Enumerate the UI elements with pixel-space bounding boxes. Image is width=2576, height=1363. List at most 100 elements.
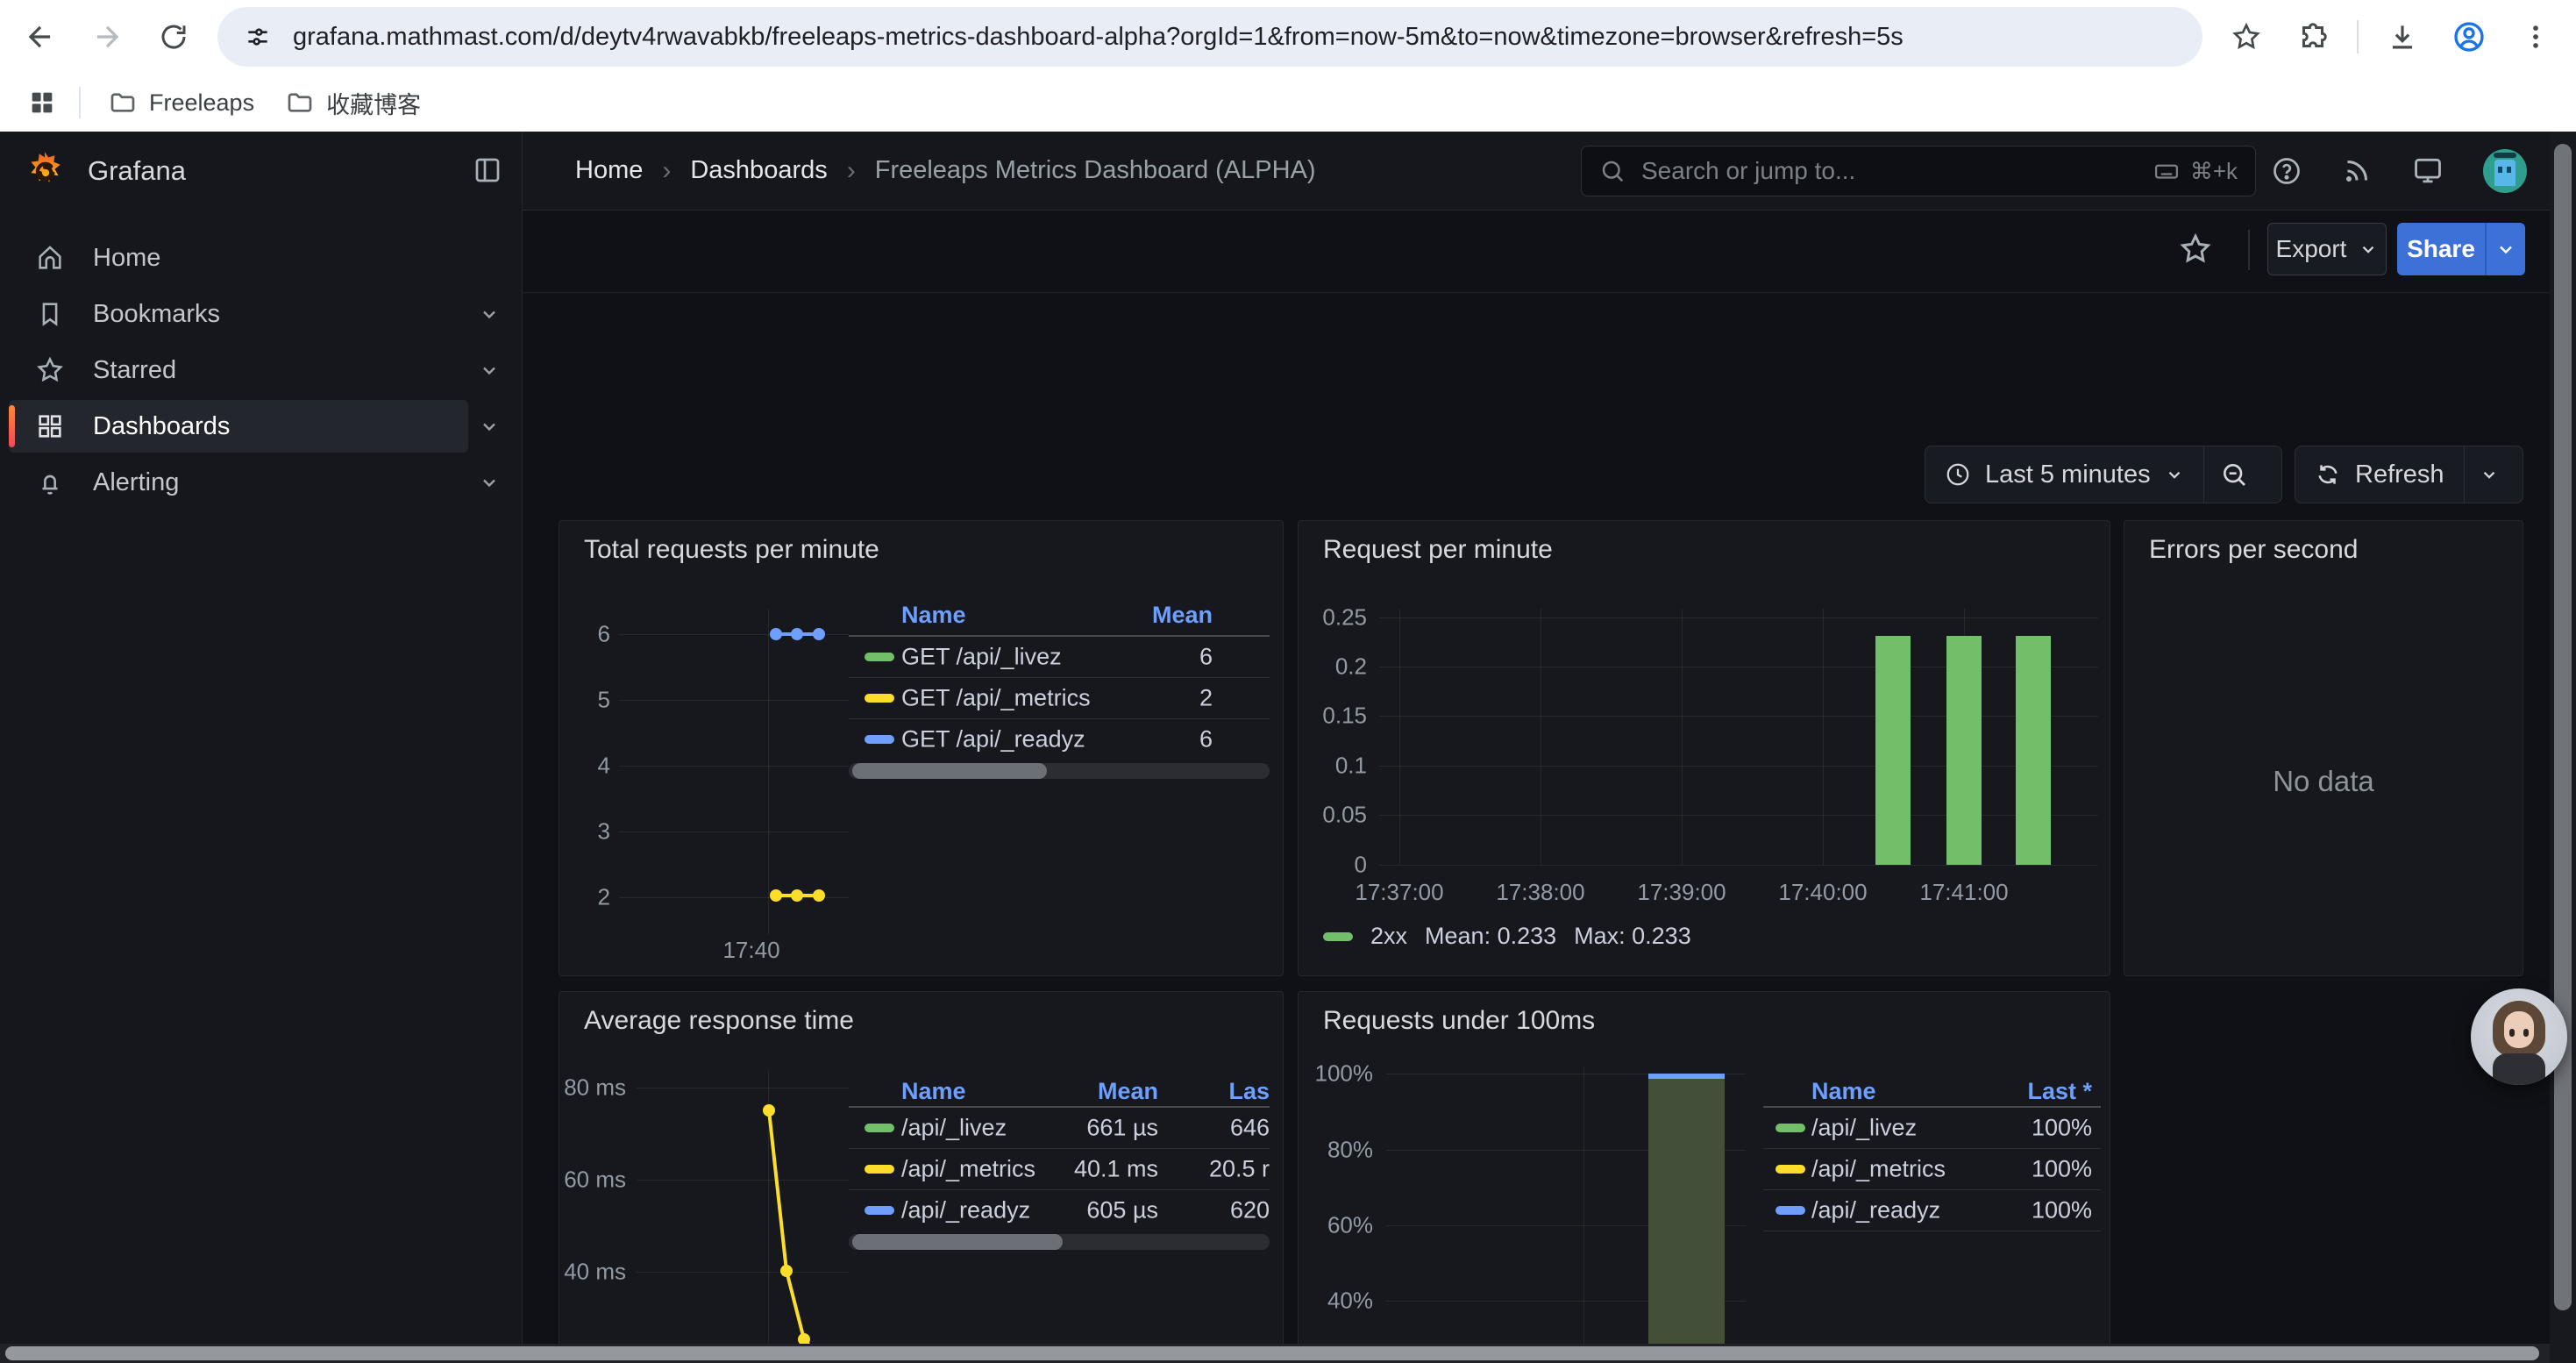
favorite-dashboard-button[interactable] [2178, 232, 2213, 267]
star-icon [2231, 21, 2262, 53]
bookmarks-divider [79, 87, 81, 118]
bookmark-folder-blogs[interactable]: 收藏博客 [270, 79, 437, 127]
breadcrumb-dashboards[interactable]: Dashboards [690, 156, 827, 185]
sidebar-item-bookmarks[interactable]: Bookmarks [0, 286, 523, 342]
export-button[interactable]: Export [2267, 223, 2387, 275]
bookmark-folder-freeleaps[interactable]: Freeleaps [93, 82, 270, 124]
profile-button[interactable] [2441, 9, 2497, 65]
arrow-left-icon [24, 20, 57, 54]
grafana-logo-icon [23, 149, 67, 193]
legend-header-last[interactable]: Las [1228, 1078, 1270, 1105]
series-color-pill[interactable] [1323, 932, 1353, 941]
clock-icon [1945, 461, 1971, 488]
legend-mean: Mean: 0.233 [1425, 923, 1556, 950]
series-color-pill[interactable] [865, 694, 894, 703]
series-color-pill[interactable] [1775, 1165, 1805, 1174]
floating-assistant-avatar[interactable] [2471, 988, 2567, 1085]
legend-header-mean[interactable]: Mean [1098, 1078, 1158, 1105]
search-shortcut: ⌘+k [2153, 158, 2238, 185]
vertical-scrollbar-thumb[interactable] [2554, 144, 2572, 1310]
chevron-down-icon[interactable] [479, 360, 500, 381]
chevron-down-icon[interactable] [479, 472, 500, 493]
series-color-pill[interactable] [865, 735, 894, 744]
legend-scrollbar-thumb[interactable] [852, 1234, 1063, 1250]
bookmark-folder-label: Freeleaps [149, 89, 254, 117]
kiosk-monitor-icon[interactable] [2411, 154, 2444, 188]
time-range-label: Last 5 minutes [1985, 460, 2151, 489]
no-data-message: No data [2124, 765, 2523, 798]
legend-scrollbar[interactable] [849, 1234, 1270, 1250]
panel-title[interactable]: Total requests per minute [584, 535, 879, 565]
share-button[interactable]: Share [2397, 223, 2485, 275]
help-icon[interactable] [2271, 155, 2302, 187]
download-button[interactable] [2374, 9, 2430, 65]
share-menu-button[interactable] [2485, 223, 2525, 275]
chevron-down-icon[interactable] [479, 416, 500, 437]
legend-series[interactable]: 2xx [1370, 923, 1407, 950]
legend-header-mean[interactable]: Mean [1152, 602, 1213, 629]
breadcrumb-separator: › [662, 156, 671, 186]
legend-scrollbar[interactable] [849, 763, 1270, 779]
home-icon [35, 243, 65, 273]
search-input[interactable]: Search or jump to... ⌘+k [1581, 146, 2256, 196]
sidebar-item-label: Dashboards [93, 412, 230, 441]
reload-button[interactable] [146, 9, 202, 65]
sidebar-item-starred[interactable]: Starred [0, 342, 523, 398]
time-range-picker[interactable]: Last 5 minutes [1925, 446, 2203, 503]
topbar-icons [2271, 132, 2527, 211]
zoom-out-icon [2220, 460, 2248, 489]
horizontal-scrollbar-thumb[interactable] [5, 1346, 2539, 1360]
series-color-pill[interactable] [1775, 1206, 1805, 1215]
series-color-pill[interactable] [865, 653, 894, 661]
breadcrumb-home[interactable]: Home [575, 156, 643, 185]
breadcrumb: Home › Dashboards › Freeleaps Metrics Da… [575, 156, 1316, 186]
legend-header-last[interactable]: Last * [2027, 1078, 2092, 1105]
legend-header-name[interactable]: Name [901, 602, 966, 629]
horizontal-scrollbar[interactable] [0, 1344, 2550, 1363]
panel-average-response-time: Average response time 80 ms 60 ms 40 ms … [559, 991, 1284, 1363]
user-avatar[interactable] [2483, 149, 2527, 193]
extensions-button[interactable] [2285, 9, 2341, 65]
browser-chrome: grafana.mathmast.com/d/deytv4rwavabkb/fr… [0, 0, 2576, 132]
panel-title[interactable]: Request per minute [1323, 535, 1553, 565]
panel-errors-per-second: Errors per second No data [2124, 520, 2523, 976]
panel-title[interactable]: Errors per second [2149, 535, 2358, 565]
refresh-button[interactable]: Refresh [2295, 446, 2464, 503]
bookmark-star-button[interactable] [2218, 9, 2274, 65]
sidebar-item-alerting[interactable]: Alerting [0, 454, 523, 510]
dock-sidebar-button[interactable] [472, 154, 503, 186]
legend-header-name[interactable]: Name [1811, 1078, 1876, 1105]
profile-icon [2451, 19, 2487, 54]
chevron-down-icon[interactable] [479, 303, 500, 325]
apps-grid-icon [27, 88, 57, 118]
back-button[interactable] [12, 9, 68, 65]
browser-menu-button[interactable] [2508, 9, 2564, 65]
chevron-down-icon [2359, 239, 2378, 259]
vertical-scrollbar[interactable] [2550, 132, 2576, 1363]
series-color-pill[interactable] [865, 1206, 894, 1215]
sidebar-item-label: Bookmarks [93, 300, 220, 329]
legend-scrollbar-thumb[interactable] [852, 763, 1047, 779]
sidebar-item-dashboards[interactable]: Dashboards [0, 398, 523, 454]
series-color-pill[interactable] [865, 1165, 894, 1174]
url-text: grafana.mathmast.com/d/deytv4rwavabkb/fr… [293, 23, 1904, 52]
rss-icon[interactable] [2341, 155, 2373, 187]
refresh-interval-button[interactable] [2465, 446, 2514, 503]
legend-header-name[interactable]: Name [901, 1078, 966, 1105]
series-color-pill[interactable] [1775, 1124, 1805, 1132]
panel-title[interactable]: Requests under 100ms [1323, 1006, 1595, 1036]
bookmark-icon [35, 299, 65, 329]
apps-grid-button[interactable] [14, 75, 70, 131]
forward-button[interactable] [79, 9, 135, 65]
grafana-topbar: Home › Dashboards › Freeleaps Metrics Da… [523, 132, 2576, 211]
bell-icon [35, 467, 65, 497]
sidebar-item-home[interactable]: Home [0, 230, 523, 286]
site-settings-icon[interactable] [244, 23, 272, 51]
zoom-out-time-button[interactable] [2204, 446, 2264, 503]
panel-request-per-minute: Request per minute 0.25 0.2 0.15 0.1 0.0… [1298, 520, 2110, 976]
series-color-pill[interactable] [865, 1124, 894, 1132]
arrow-right-icon [90, 20, 124, 54]
url-bar[interactable]: grafana.mathmast.com/d/deytv4rwavabkb/fr… [217, 7, 2202, 67]
bar-2xx [1875, 636, 1911, 865]
dock-panel-icon [472, 154, 503, 186]
